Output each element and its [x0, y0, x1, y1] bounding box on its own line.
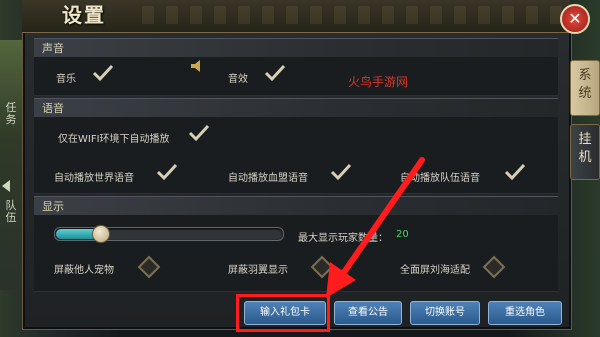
left-arrow-icon[interactable] [2, 180, 10, 192]
team-voice-checkbox[interactable] [504, 163, 526, 181]
checkmark-icon [330, 163, 352, 181]
checkmark-icon [188, 124, 210, 142]
close-icon: ✕ [568, 9, 582, 28]
checkmark-icon [92, 64, 114, 82]
page-title: 设置 [62, 3, 106, 27]
section-header-voice: 语音 [34, 98, 558, 118]
section-title: 声音 [42, 42, 64, 55]
highlight-frame [236, 294, 330, 332]
left-hud-strip: 任务 队伍 [0, 40, 23, 290]
section-header-sound: 声音 [34, 38, 558, 58]
tab-label: 挂机 [578, 132, 592, 165]
slider-handle[interactable] [92, 225, 110, 243]
reselect-role-button[interactable]: 重选角色 [488, 301, 562, 325]
wifi-autoplay-label: 仅在WIFI环境下自动播放 [58, 134, 170, 145]
player-count-value: 20 [396, 229, 409, 240]
checkmark-icon [156, 163, 178, 181]
alliance-voice-label: 自动播放血盟语音 [228, 173, 308, 184]
music-checkbox[interactable] [92, 64, 114, 82]
close-button[interactable]: ✕ [560, 4, 590, 34]
title-decoration [142, 6, 562, 24]
section-title: 显示 [42, 200, 64, 213]
hide-wings-label: 屏蔽羽翼显示 [228, 265, 288, 276]
world-voice-checkbox[interactable] [156, 163, 178, 181]
tab-auto-battle[interactable]: 挂机 [570, 124, 600, 180]
section-header-display: 显示 [34, 196, 558, 216]
alliance-voice-checkbox[interactable] [330, 163, 352, 181]
world-voice-label: 自动播放世界语音 [54, 173, 134, 184]
hide-pets-label: 屏蔽他人宠物 [54, 265, 114, 276]
effects-label: 音效 [228, 74, 248, 85]
title-bar: 设置 [22, 0, 570, 33]
tab-label: 系统 [578, 68, 592, 101]
music-label: 音乐 [56, 74, 76, 85]
tab-system[interactable]: 系统 [570, 60, 600, 116]
team-voice-label: 自动播放队伍语音 [400, 173, 480, 184]
switch-account-button[interactable]: 切换账号 [410, 301, 480, 325]
team-label[interactable]: 队伍 [3, 200, 19, 224]
watermark-text: 火鸟手游网 [348, 75, 409, 89]
checkmark-icon [504, 163, 526, 181]
announcement-button[interactable]: 查看公告 [334, 301, 402, 325]
player-count-slider[interactable] [54, 225, 284, 243]
speaker-icon [190, 58, 206, 72]
quest-label[interactable]: 任务 [3, 102, 19, 126]
fullscreen-adapt-label: 全面屏刘海适配 [400, 265, 470, 276]
effects-checkbox[interactable] [264, 64, 286, 82]
player-count-label: 最大显示玩家数量： [298, 233, 388, 244]
checkmark-icon [264, 64, 286, 82]
wifi-autoplay-checkbox[interactable] [188, 124, 210, 142]
section-title: 语音 [42, 102, 64, 115]
